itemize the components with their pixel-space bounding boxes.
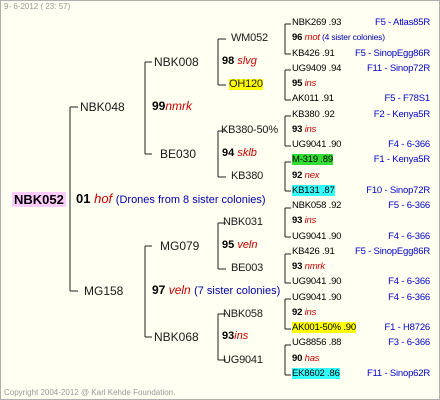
gen3-item[interactable]: BE003 — [231, 263, 263, 274]
gen4-code: mot — [302, 32, 320, 43]
gen4-item[interactable]: 96 mot (4 sister colonies) — [292, 33, 385, 43]
gen4-year: 93 — [292, 124, 303, 135]
gen4-item[interactable]: KB131 .87 — [292, 185, 335, 196]
gen4-item[interactable]: AK011 .91 — [292, 94, 334, 104]
gen4-label: NBK269 .93 — [292, 17, 342, 28]
gen4-item[interactable]: EK8602 .86 — [292, 368, 340, 379]
root-note: (Drones from 8 sister colonies) — [115, 194, 266, 206]
gen4-right: F11 - Sinop62R — [366, 368, 430, 379]
gen4-code: ins — [302, 78, 317, 89]
gen3-item[interactable]: KB380 — [231, 171, 263, 182]
gen4-right: F5 - Atlas85R — [375, 17, 430, 28]
gen4-label: M-319 .89 — [292, 154, 333, 165]
gen3-mating: 95 veln — [222, 239, 258, 251]
gen4-note: (4 sister colonies) — [319, 32, 385, 42]
gen4-item[interactable]: M-319 .89 — [292, 154, 333, 165]
gen4-item[interactable]: UG9041 .90 — [292, 232, 341, 242]
root-year: 01 — [76, 191, 91, 206]
gen4-label: KB131 .87 — [292, 185, 335, 196]
gen4-right: F10 - Sinop72R — [366, 185, 430, 196]
gen4-label: KB380 .92 — [292, 109, 335, 120]
gen4-label: UG9041 .90 — [292, 139, 342, 150]
gen4-year: 95 — [292, 78, 303, 89]
gen3-mating: 98 slvg — [222, 55, 257, 67]
gen4-code: ins — [302, 307, 317, 318]
gen3-item[interactable]: NBK058 — [223, 309, 263, 320]
gen4-item[interactable]: UG9409 .94 — [292, 64, 341, 74]
gen2-item[interactable]: NBK068 — [154, 331, 199, 343]
gen4-year: 92 — [292, 170, 303, 181]
gen4-label: UG8856 .88 — [292, 337, 342, 348]
gen4-item[interactable]: NBK269 .93 — [292, 18, 341, 28]
gen4-code: has — [302, 353, 320, 364]
gen4-item[interactable]: UG8856 .88 — [292, 338, 341, 348]
gen4-right: F2 - Kenya5R — [373, 109, 430, 120]
gen4-right: F1 - Kenya5R — [373, 154, 430, 165]
gen4-item[interactable]: 95 ins — [292, 79, 316, 89]
gen3-mating: 94 sklb — [222, 147, 257, 159]
gen4-right: F3 - 6-366 — [388, 337, 430, 348]
gen4-label: AK001-50% .90 — [292, 322, 356, 333]
gen4-item[interactable]: 93 ins — [292, 216, 316, 226]
gen4-label: UG9409 .94 — [292, 63, 342, 74]
gen2-item[interactable]: MG079 — [160, 240, 199, 252]
gen2-mating: 97 veln (7 sister colonies) — [152, 283, 281, 297]
gen4-item[interactable]: 92 ins — [292, 308, 316, 318]
gen2-item[interactable]: NBK008 — [154, 56, 199, 68]
gen4-code: ins — [302, 215, 317, 226]
gen4-item[interactable]: 93 nmrk — [292, 262, 325, 272]
gen4-code: nex — [302, 170, 320, 181]
gen2-item[interactable]: BE030 — [160, 148, 196, 160]
gen4-right: F5 - 6-366 — [388, 200, 430, 211]
gen4-right: F4 - 6-366 — [388, 276, 430, 287]
gen4-right: F4 - 6-366 — [388, 231, 430, 242]
gen4-year: 93 — [292, 261, 303, 272]
gen4-code: nmrk — [302, 261, 326, 272]
gen4-right: F5 - SinopEgg86R — [355, 48, 430, 59]
gen1-dam[interactable]: MG158 — [84, 285, 123, 297]
root-queen[interactable]: NBK052 — [12, 192, 66, 207]
gen4-item[interactable]: KB380 .92 — [292, 110, 335, 120]
gen3-mating: 93ins — [222, 330, 249, 342]
gen4-item[interactable]: KB426 .91 — [292, 49, 335, 59]
gen4-label: NBK058 .92 — [292, 200, 342, 211]
gen4-item[interactable]: 92 nex — [292, 170, 320, 181]
gen4-item[interactable]: UG9041 .90 — [292, 140, 341, 150]
gen4-year: 92 — [292, 307, 303, 318]
gen4-label: AK011 .91 — [292, 93, 334, 104]
gen4-code: ins — [302, 124, 317, 135]
gen4-item[interactable]: AK001-50% .90 — [292, 322, 356, 333]
gen4-item[interactable]: NBK058 .92 — [292, 201, 341, 211]
gen3-item[interactable]: OH120 — [229, 79, 263, 90]
gen4-right: F11 - Sinop72R — [366, 63, 430, 74]
gen4-label: EK8602 .86 — [292, 368, 340, 379]
gen4-right: F1 - H8726 — [384, 322, 430, 333]
gen2-mating: 99nmrk — [152, 99, 193, 113]
gen3-item[interactable]: NBK031 — [223, 217, 263, 228]
gen4-year: 90 — [292, 353, 303, 364]
gen4-item[interactable]: UG9041 .90 — [292, 277, 341, 287]
gen4-right: F4 - 6-366 — [388, 139, 430, 150]
root-mating: 01 hof (Drones from 8 sister colonies) — [76, 192, 266, 206]
gen4-label: UG9041 .90 — [292, 292, 342, 303]
gen4-item[interactable]: UG9041 .90 — [292, 293, 341, 303]
gen4-label: UG9041 .90 — [292, 231, 342, 242]
gen4-item[interactable]: KB426 .91 — [292, 247, 335, 257]
gen4-right: F5 - F78S1 — [384, 93, 430, 104]
gen4-item[interactable]: 93 ins — [292, 125, 316, 135]
gen1-sire[interactable]: NBK048 — [80, 101, 125, 113]
gen4-item[interactable]: 90 has — [292, 353, 320, 364]
gen3-item[interactable]: KB380-50% — [221, 125, 278, 136]
gen4-year: 96 — [292, 32, 303, 43]
gen4-label: UG9041 .90 — [292, 276, 342, 287]
gen4-right: F4 - 6-366 — [388, 292, 430, 303]
gen4-label: KB426 .91 — [292, 48, 335, 59]
gen4-year: 93 — [292, 215, 303, 226]
gen4-right: F5 - SinopEgg86R — [355, 246, 430, 257]
gen3-item[interactable]: WM052 — [231, 33, 268, 44]
root-mating-code: hof — [94, 191, 113, 206]
gen3-item[interactable]: UG9041 — [223, 355, 263, 366]
gen4-label: KB426 .91 — [292, 246, 335, 257]
